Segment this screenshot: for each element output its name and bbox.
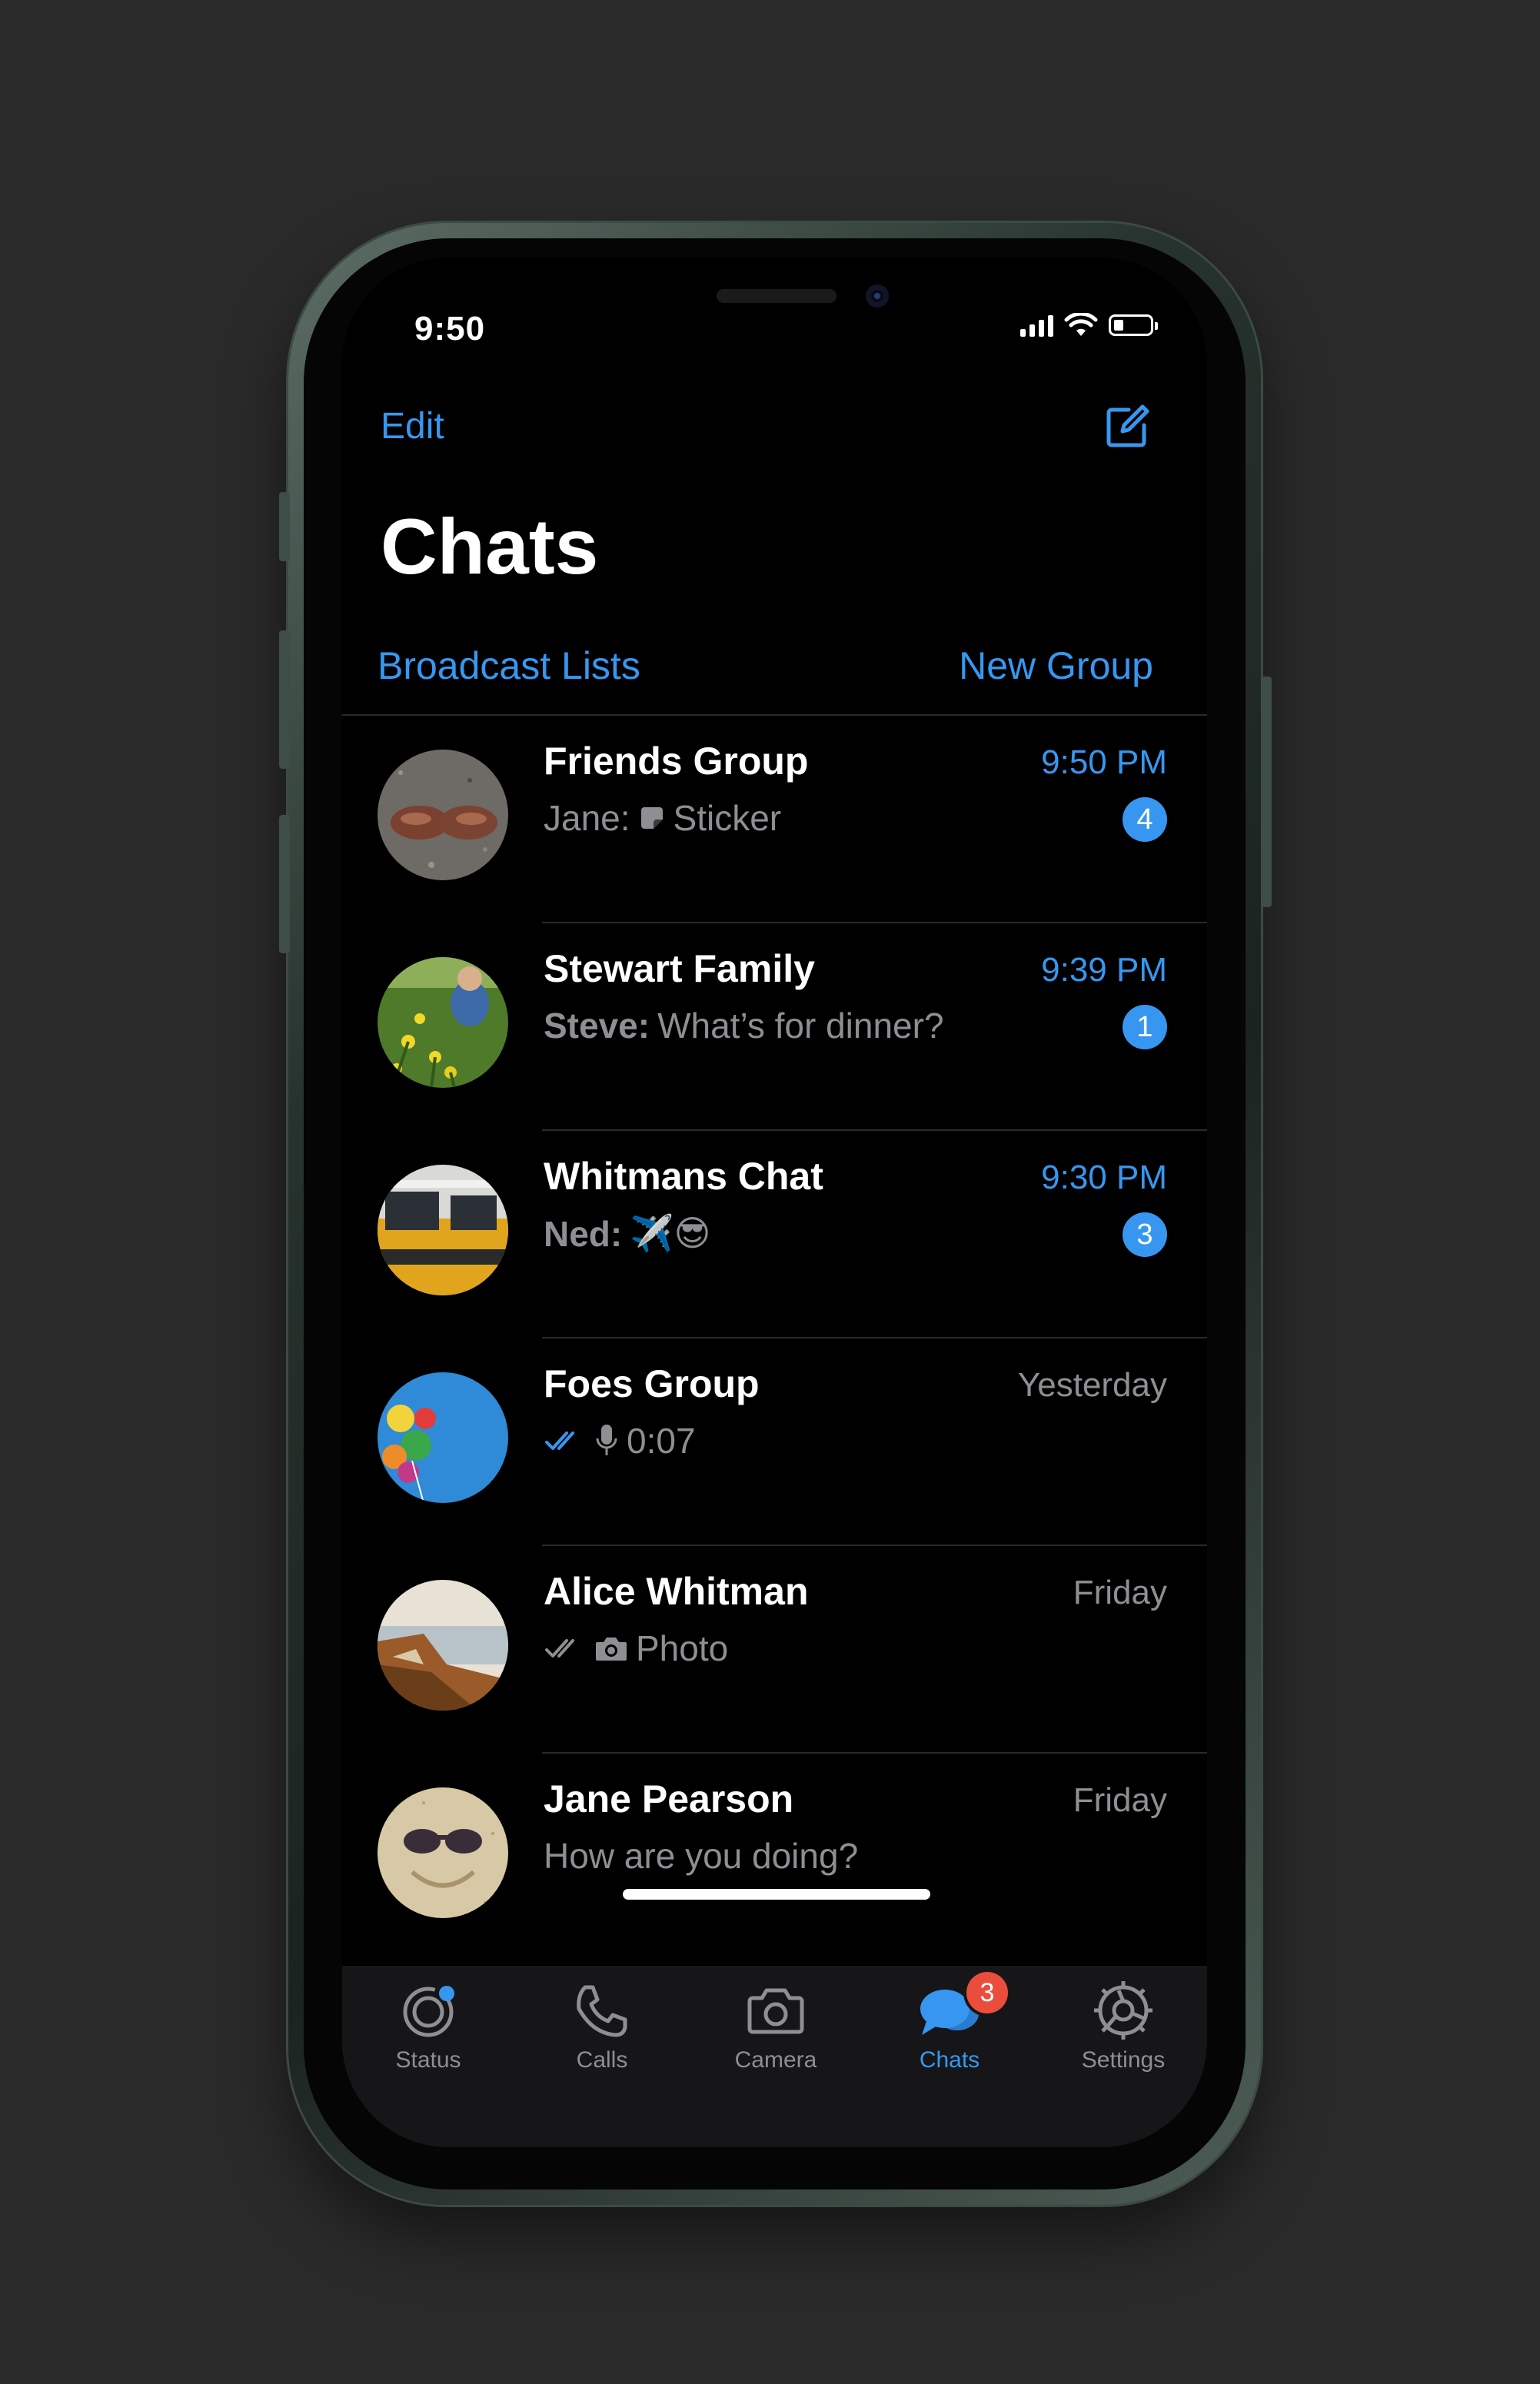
chat-row[interactable]: Jane Pearson Friday How are you doing?: [342, 1754, 1207, 1961]
tab-camera[interactable]: Camera: [699, 1978, 853, 2073]
chat-time: Friday: [1073, 1781, 1167, 1819]
chat-row[interactable]: Alice Whitman Friday Photo: [342, 1546, 1207, 1754]
chat-preview: Jane: Sticker: [544, 797, 781, 839]
chat-preview-text: 0:07: [627, 1421, 696, 1461]
chat-sender: Steve:: [544, 1006, 650, 1046]
volume-up-button: [279, 630, 290, 769]
page-title: Chats: [381, 503, 599, 590]
volume-down-button: [279, 815, 290, 953]
avatar: [378, 1372, 508, 1503]
unread-badge: 1: [1123, 1005, 1167, 1049]
tab-chats[interactable]: 3 Chats: [873, 1972, 1026, 2073]
chat-row[interactable]: Friends Group 9:50 PM Jane: Sticker 4: [342, 716, 1207, 923]
chat-preview: How are you doing?: [544, 1835, 858, 1877]
chat-name: Stewart Family: [544, 947, 815, 990]
tab-bar: Status Calls Camera 3 Chats Settings: [342, 1966, 1207, 2147]
tab-status[interactable]: Status: [351, 1978, 505, 2073]
sticker-icon: [640, 807, 663, 829]
app-screen: 9:50 Edit Chats Broadcast Lists New Grou…: [342, 258, 1207, 2147]
chat-sender: Jane:: [544, 798, 630, 838]
tab-label: Status: [395, 2047, 461, 2073]
gear-icon: [1091, 1978, 1156, 2043]
chat-time: Yesterday: [1017, 1366, 1167, 1404]
chat-preview-text: Photo: [636, 1628, 729, 1668]
chat-row[interactable]: Foes Group Yesterday 0:07: [342, 1338, 1207, 1546]
chat-list: Friends Group 9:50 PM Jane: Sticker 4 St…: [342, 716, 1207, 1961]
avatar: [378, 1787, 508, 1918]
status-time: 9:50: [414, 310, 486, 347]
chat-row[interactable]: Whitmans Chat 9:30 PM Ned: ✈️😎 3: [342, 1131, 1207, 1338]
cellular-signal-icon: [1020, 314, 1053, 337]
chat-name: Foes Group: [544, 1362, 760, 1405]
front-camera: [866, 284, 889, 308]
chat-preview: Ned: ✈️😎: [544, 1212, 710, 1255]
chat-preview: 0:07: [544, 1420, 696, 1461]
tab-calls[interactable]: Calls: [525, 1978, 679, 2073]
chat-preview-text: ✈️😎: [630, 1213, 711, 1253]
chat-preview-text: Sticker: [673, 798, 782, 838]
chat-time: 9:50 PM: [1041, 743, 1167, 781]
mute-switch: [279, 492, 290, 561]
chats-icon: 3: [917, 1972, 1008, 2043]
camera-icon: [743, 1978, 808, 2043]
home-indicator[interactable]: [623, 1889, 930, 1900]
compose-icon[interactable]: [1103, 402, 1152, 451]
chat-name: Friends Group: [544, 740, 809, 783]
chat-name: Alice Whitman: [544, 1570, 809, 1613]
unread-badge: 3: [1123, 1212, 1167, 1257]
chat-time: 9:39 PM: [1041, 951, 1167, 989]
chat-preview-text: How are you doing?: [544, 1836, 859, 1876]
avatar: [378, 750, 508, 880]
double-check-delivered-icon: [545, 1639, 574, 1657]
tab-label: Calls: [576, 2047, 628, 2073]
avatar: [378, 1580, 508, 1711]
battery-icon: [1109, 314, 1158, 336]
chat-preview: Steve: What’s for dinner?: [544, 1005, 944, 1046]
chat-preview-text: What’s for dinner?: [657, 1006, 944, 1046]
microphone-icon: [596, 1425, 617, 1455]
earpiece-speaker: [717, 289, 837, 303]
status-icons: [1020, 313, 1158, 337]
status-icon: [396, 1978, 461, 2043]
new-group-link[interactable]: New Group: [959, 643, 1153, 688]
edit-button[interactable]: Edit: [381, 405, 444, 447]
chat-row[interactable]: Stewart Family 9:39 PM Steve: What’s for…: [342, 923, 1207, 1131]
tab-settings[interactable]: Settings: [1046, 1978, 1200, 2073]
tab-label: Camera: [734, 2047, 817, 2073]
tab-label: Chats: [919, 2047, 980, 2073]
chat-name: Whitmans Chat: [544, 1155, 823, 1198]
chat-name: Jane Pearson: [544, 1777, 794, 1820]
unread-badge: 4: [1123, 797, 1167, 842]
phone-icon: [570, 1978, 634, 2043]
power-button: [1261, 677, 1272, 907]
tab-label: Settings: [1081, 2047, 1166, 2073]
chats-unread-badge: 3: [966, 1972, 1008, 2013]
chat-time: Friday: [1073, 1574, 1167, 1611]
chat-sender: Ned:: [544, 1213, 623, 1254]
avatar: [378, 1165, 508, 1295]
broadcast-lists-link[interactable]: Broadcast Lists: [378, 643, 640, 688]
avatar: [378, 957, 508, 1088]
chat-time: 9:30 PM: [1041, 1159, 1167, 1196]
camera-icon: [596, 1638, 627, 1661]
wifi-icon: [1064, 313, 1098, 336]
double-check-read-icon: [545, 1431, 574, 1450]
chat-preview: Photo: [544, 1628, 728, 1669]
